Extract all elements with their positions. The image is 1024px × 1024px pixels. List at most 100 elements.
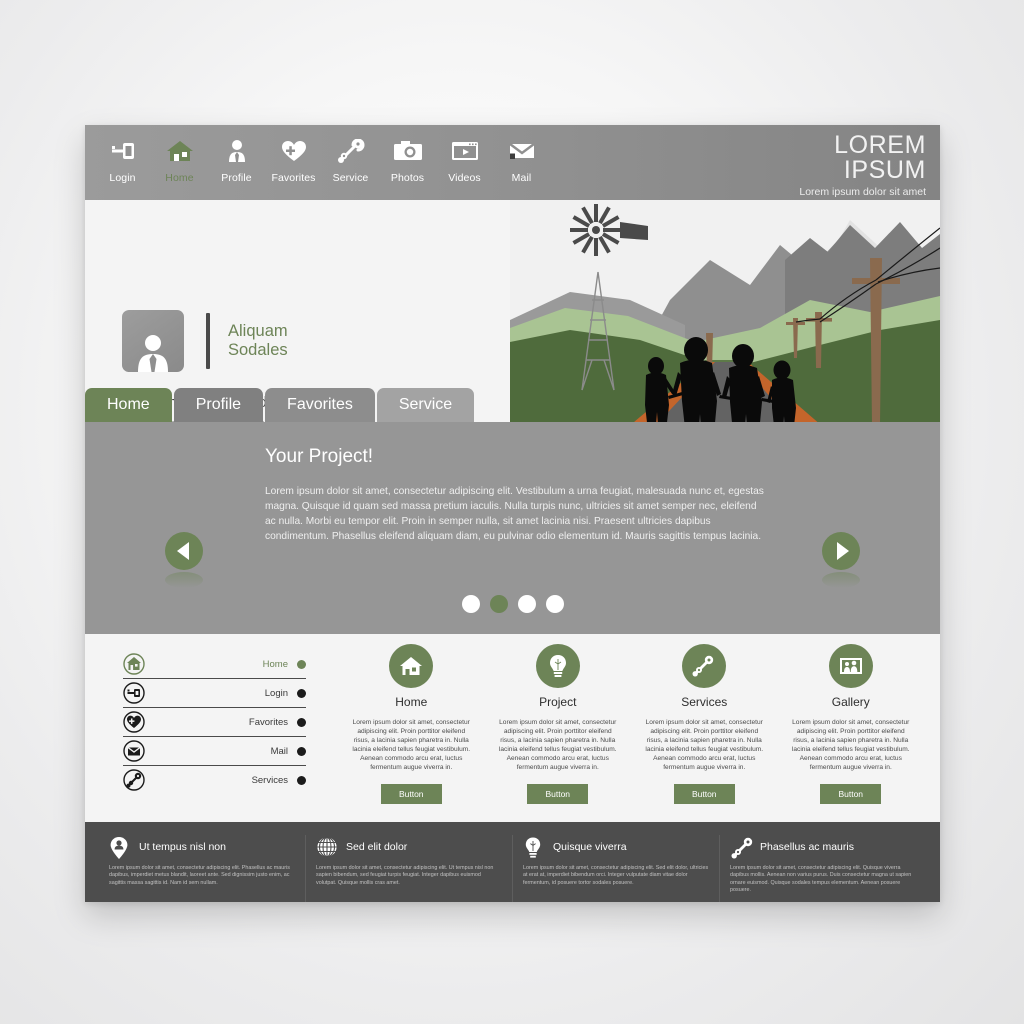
feature-button[interactable]: Button	[527, 784, 589, 804]
globe-icon	[316, 836, 338, 858]
footer-heading-row: Phasellus ac mauris	[730, 835, 916, 859]
slider-pagination	[85, 595, 940, 613]
avatar-title-line-1: Aliquam	[228, 322, 288, 340]
list-item-label: Home	[262, 658, 288, 670]
list-item-home[interactable]: Home	[123, 650, 306, 678]
slider-prev-button[interactable]	[165, 532, 203, 570]
hero-illustration	[510, 200, 940, 457]
list-item-wrap: Mail	[123, 737, 306, 766]
footer-title: Ut tempus nisl non	[139, 841, 226, 853]
tab-favorites[interactable]: Favorites	[265, 388, 375, 422]
list-item-wrap: Services	[123, 766, 306, 794]
heart-circle-icon	[123, 711, 145, 733]
footer-body: Lorem ipsum dolor sit amet, consectetur …	[523, 865, 709, 886]
footer-title: Phasellus ac mauris	[760, 841, 854, 853]
footer-column-global: Sed elit dolor Lorem ipsum dolor sit ame…	[305, 835, 512, 902]
prev-arrow-reflection	[165, 572, 203, 588]
footer-heading-row: Ut tempus nisl non	[109, 835, 295, 859]
list-item-bullet	[297, 688, 306, 698]
tab-home[interactable]: Home	[85, 388, 172, 422]
avatar	[122, 310, 184, 372]
list-item-label: Login	[264, 687, 288, 699]
feature-title: Project	[539, 695, 577, 709]
key-icon	[94, 135, 151, 167]
heart-plus-icon	[265, 135, 322, 167]
logo-line-2: IPSUM	[843, 156, 926, 184]
feature-title: Services	[681, 695, 728, 709]
slider-dot-1[interactable]	[461, 595, 480, 613]
footer-column-service: Phasellus ac mauris Lorem ipsum dolor si…	[719, 835, 926, 902]
slider-section: Your Project! Lorem ipsum dolor sit amet…	[85, 422, 940, 634]
avatar-title-line-2: Sodales	[228, 341, 288, 359]
list-item-label: Favorites	[248, 716, 288, 728]
footer-body: Lorem ipsum dolor sit amet, consectetur …	[109, 865, 290, 886]
nav-item-favorites[interactable]: Favorites	[265, 131, 322, 184]
feature-column-project: Project Lorem ipsum dolor sit amet, cons…	[485, 644, 632, 804]
footer-heading-row: Sed elit dolor	[316, 835, 502, 859]
nav-item-photos[interactable]: Photos	[379, 131, 436, 184]
footer-title: Sed elit dolor	[346, 841, 408, 853]
list-item-favorites[interactable]: Favorites	[123, 708, 306, 736]
footer-column-location: Ut tempus nisl non Lorem ipsum dolor sit…	[99, 835, 305, 902]
chevron-right-icon	[836, 542, 849, 560]
content-section: Home Login Favorites Mail Services Home …	[85, 634, 940, 822]
chevron-left-icon	[176, 542, 189, 560]
envelope-icon	[493, 135, 550, 167]
site-logo[interactable]: LOREM IPSUM Lorem ipsum dolor sit amet	[799, 131, 926, 199]
list-item-label: Mail	[270, 745, 288, 757]
envelope-circle-icon	[123, 740, 145, 762]
slider-title: Your Project!	[265, 446, 374, 467]
avatar-row: Aliquam Sodales	[122, 310, 517, 372]
nav-item-videos[interactable]: Videos	[436, 131, 493, 184]
nav-item-home[interactable]: Home	[151, 131, 208, 184]
feature-button[interactable]: Button	[820, 784, 882, 804]
avatar-title: Aliquam Sodales	[228, 322, 288, 360]
list-item-wrap: Login	[123, 679, 306, 708]
nav-label: Login	[109, 172, 136, 184]
tab-service[interactable]: Service	[376, 388, 475, 422]
slider-body: Lorem ipsum dolor sit amet, consectetur …	[265, 486, 764, 542]
list-item-bullet	[297, 775, 306, 785]
nav-item-mail[interactable]: Mail	[493, 131, 550, 184]
picture-frame-icon	[828, 644, 873, 688]
feature-title: Home	[395, 695, 428, 709]
house-icon	[151, 135, 208, 167]
video-player-icon	[436, 135, 493, 167]
intro-section: Aliquam Sodales Interdum et malesuada. T…	[85, 200, 940, 474]
feature-body: Lorem ipsum dolor sit amet, consectetur …	[352, 719, 471, 771]
list-item-label: Services	[251, 774, 288, 786]
slider-dot-4[interactable]	[545, 595, 564, 613]
feature-body: Lorem ipsum dolor sit amet, consectetur …	[498, 719, 617, 771]
wrench-gear-icon	[730, 836, 753, 859]
nav-label: Mail	[511, 172, 532, 184]
footer-body: Lorem ipsum dolor sit amet, consectetur …	[730, 865, 912, 894]
footer-column-ideas: Quisque viverra Lorem ipsum dolor sit am…	[512, 835, 719, 902]
website-mockup-page: Login Home Profile Favorites Service Pho…	[85, 125, 940, 902]
slider-next-button[interactable]	[822, 532, 860, 570]
house-circle-icon	[123, 653, 145, 675]
nav-item-service[interactable]: Service	[322, 131, 379, 184]
nav-label: Photos	[390, 172, 425, 184]
nav-label: Service	[332, 172, 369, 184]
list-item-services[interactable]: Services	[123, 766, 306, 794]
map-pin-icon	[109, 836, 131, 859]
list-item-wrap: Home	[123, 650, 306, 679]
wrench-gear-icon	[322, 135, 379, 167]
feature-column-gallery: Gallery Lorem ipsum dolor sit amet, cons…	[778, 644, 925, 804]
divider-line	[206, 313, 210, 369]
site-header: Login Home Profile Favorites Service Pho…	[85, 125, 940, 200]
logo-line-1: LOREM	[834, 131, 926, 159]
feature-body: Lorem ipsum dolor sit amet, consectetur …	[791, 719, 910, 771]
feature-button[interactable]: Button	[380, 784, 442, 804]
nav-item-login[interactable]: Login	[94, 131, 151, 184]
nav-label: Home	[165, 172, 194, 184]
nav-label: Favorites	[271, 172, 316, 184]
list-item-mail[interactable]: Mail	[123, 737, 306, 765]
list-item-login[interactable]: Login	[123, 679, 306, 707]
slider-dot-2[interactable]	[489, 595, 508, 613]
feature-button[interactable]: Button	[673, 784, 735, 804]
lightbulb-icon	[523, 836, 545, 858]
nav-item-profile[interactable]: Profile	[208, 131, 265, 184]
slider-dot-3[interactable]	[517, 595, 536, 613]
tab-profile[interactable]: Profile	[173, 388, 264, 422]
